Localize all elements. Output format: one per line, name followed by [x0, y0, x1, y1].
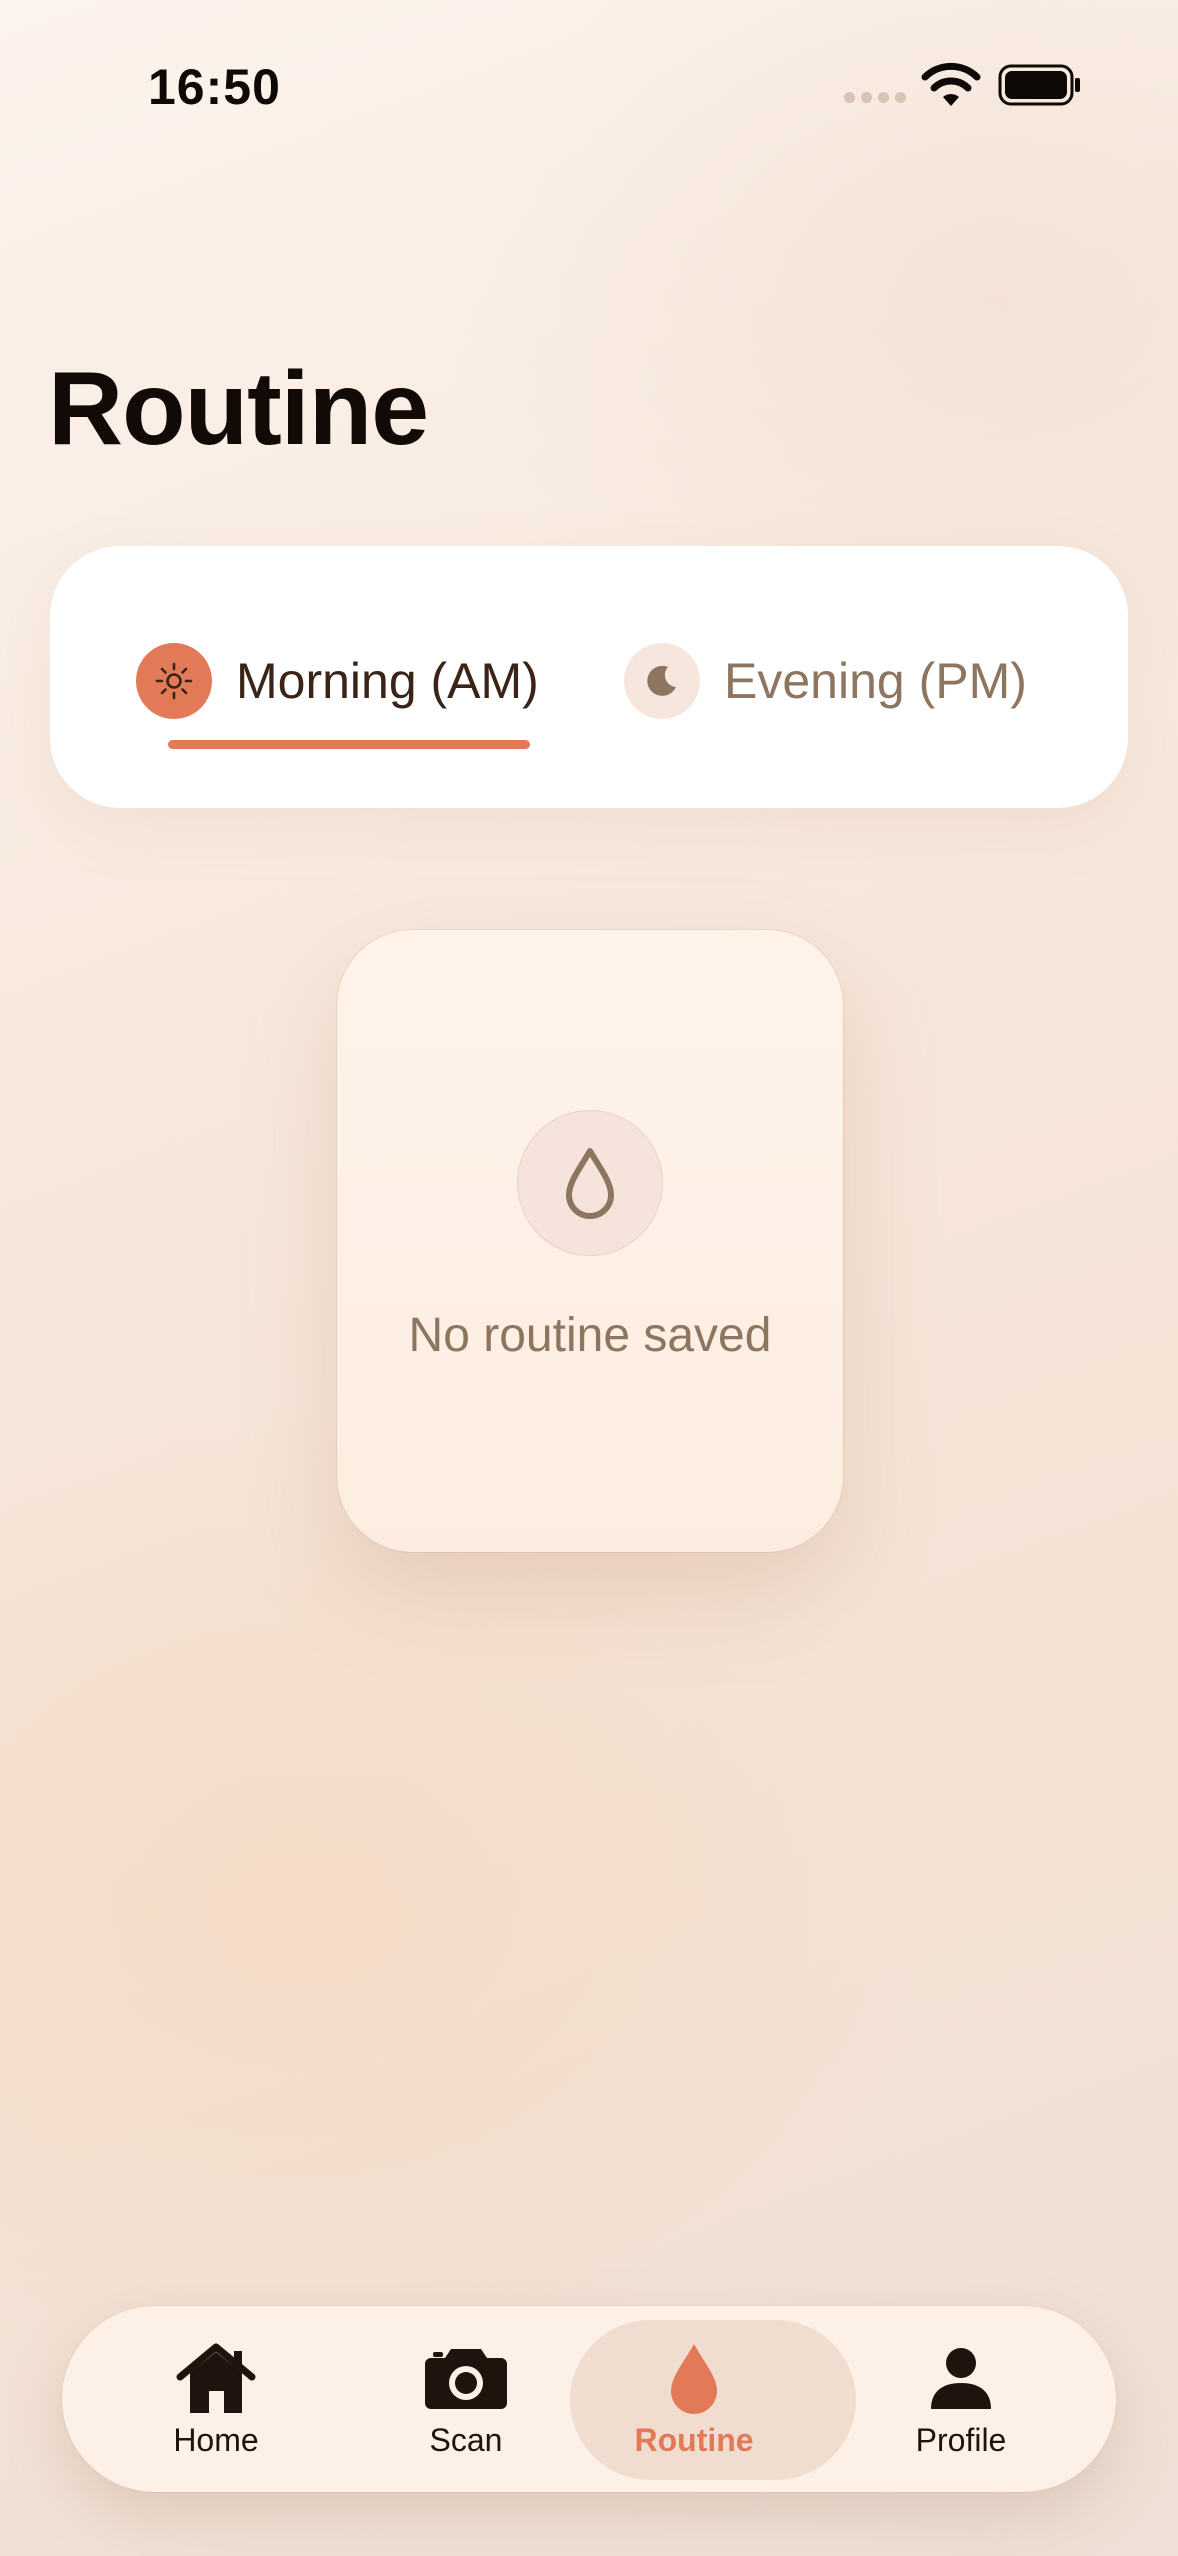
empty-state-message: No routine saved	[408, 1309, 772, 1362]
bottom-tab-bar: Home Scan Routine Profile	[62, 2306, 1116, 2492]
tab-profile-label: Profile	[915, 2422, 1007, 2458]
status-bar: 16:50	[0, 0, 1178, 180]
battery-icon	[998, 64, 1080, 106]
tab-routine[interactable]: Routine	[569, 2306, 819, 2492]
tab-home[interactable]: Home	[91, 2306, 341, 2492]
status-time: 16:50	[148, 59, 281, 115]
routine-time-segmented-control: Morning (AM) Evening (PM)	[50, 546, 1128, 808]
home-icon	[173, 2340, 259, 2416]
tab-routine-label: Routine	[634, 2422, 754, 2458]
tab-scan[interactable]: Scan	[341, 2306, 591, 2492]
camera-icon	[423, 2340, 509, 2416]
tab-morning[interactable]: Morning (AM)	[136, 638, 539, 724]
tab-scan-label: Scan	[429, 2422, 503, 2458]
tab-evening-label: Evening (PM)	[724, 653, 1027, 709]
empty-state-card: No routine saved	[337, 930, 843, 1552]
droplet-icon	[517, 1110, 663, 1256]
tab-evening[interactable]: Evening (PM)	[624, 638, 1027, 724]
page-title: Routine	[48, 351, 429, 467]
tab-profile[interactable]: Profile	[836, 2306, 1086, 2492]
tab-morning-label: Morning (AM)	[236, 653, 539, 709]
moon-icon	[624, 643, 700, 719]
tab-home-label: Home	[173, 2422, 259, 2458]
sun-icon	[136, 643, 212, 719]
droplet-icon	[651, 2340, 737, 2416]
selected-tab-indicator	[168, 740, 530, 749]
person-icon	[918, 2340, 1004, 2416]
cellular-signal-icon	[844, 92, 906, 106]
wifi-icon	[921, 62, 981, 106]
